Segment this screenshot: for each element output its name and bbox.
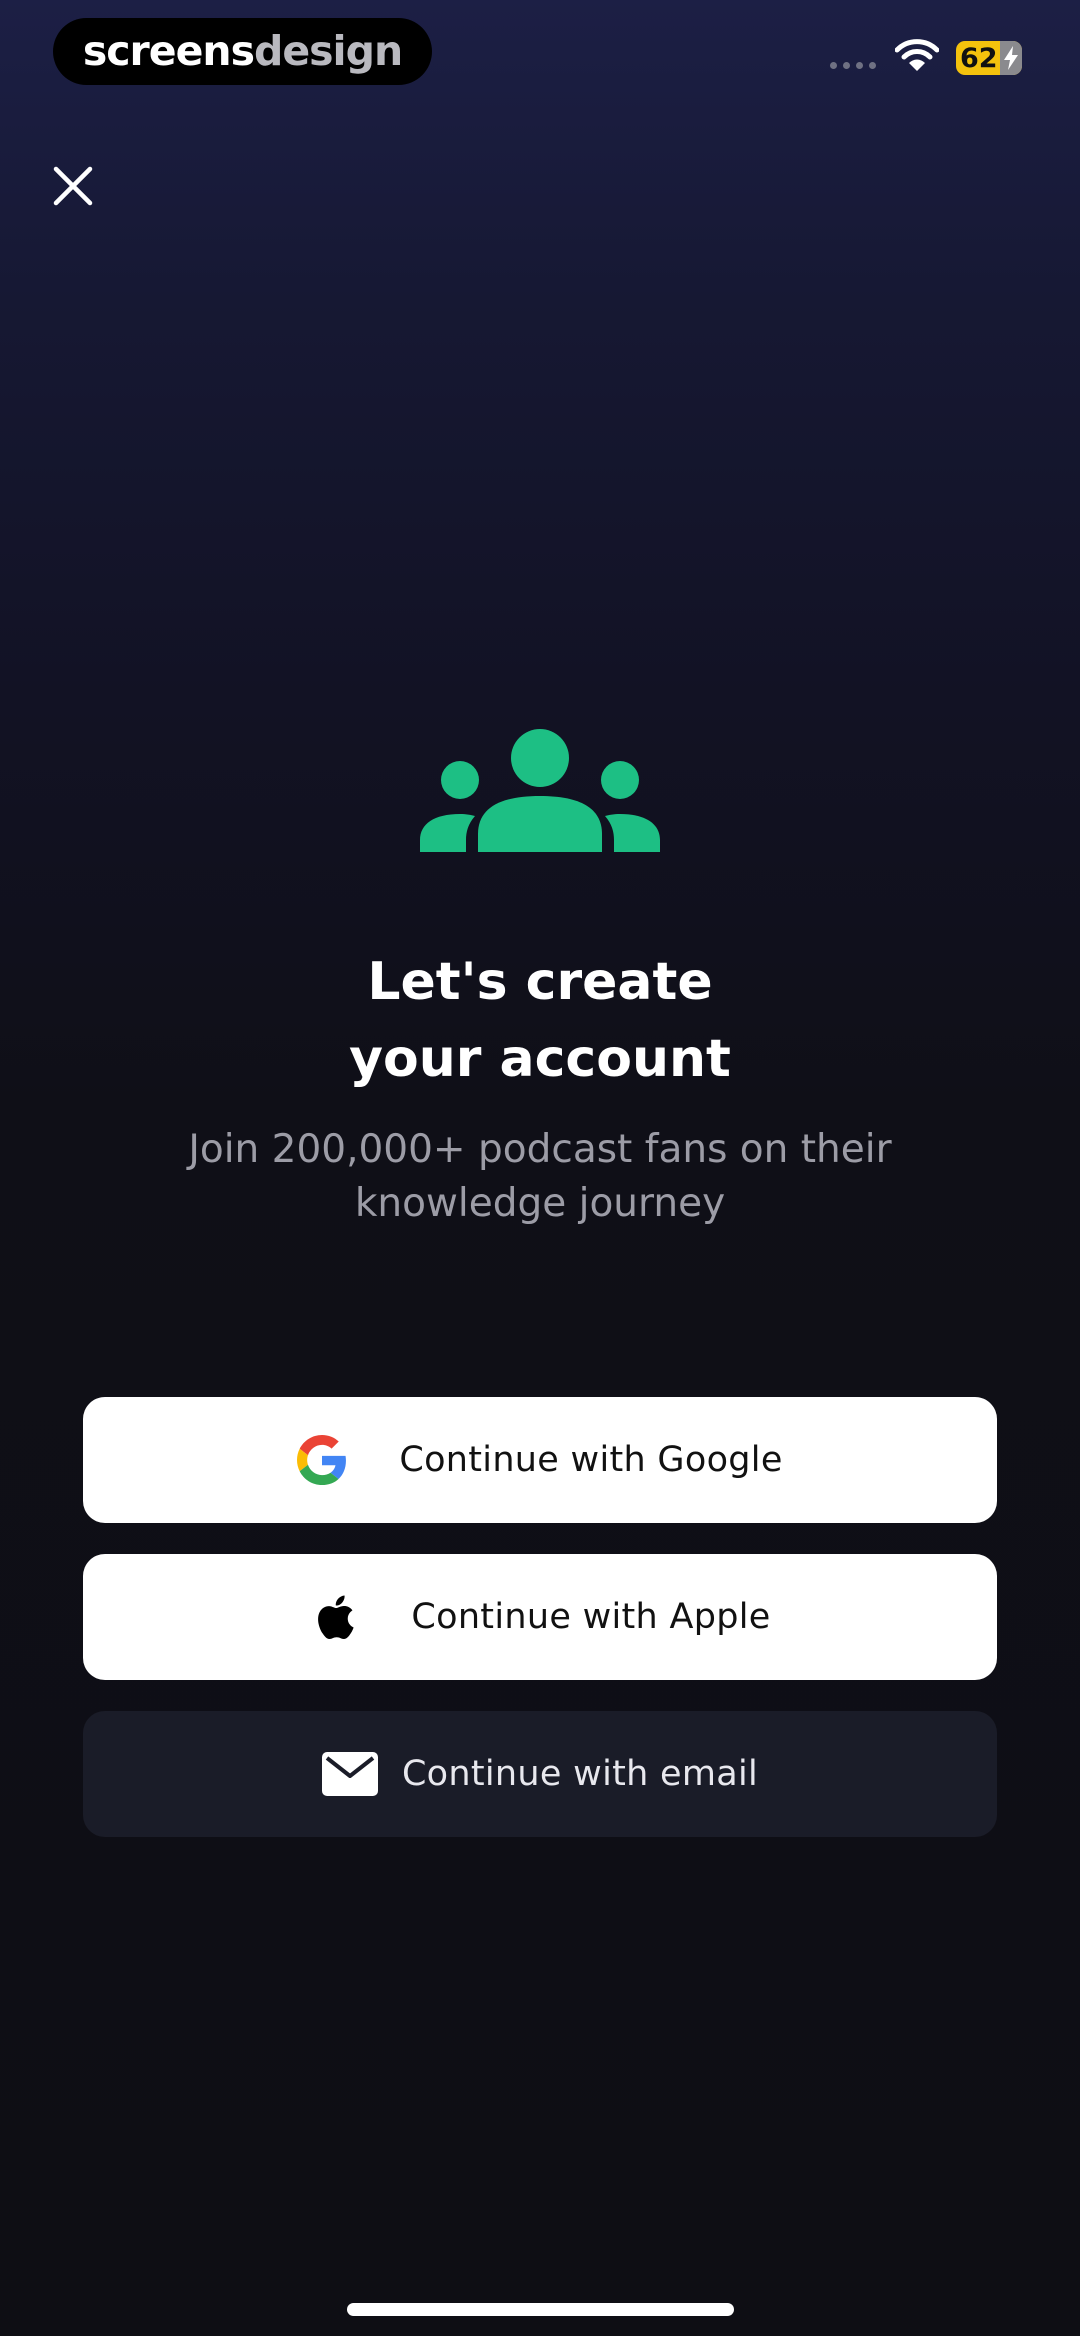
- brand-logo-text: screensdesign: [82, 27, 403, 75]
- page-title-line-2: your account: [349, 1029, 731, 1089]
- cellular-signal-icon: [830, 62, 876, 69]
- charging-bolt-icon: [1004, 46, 1018, 70]
- people-group-icon: [420, 729, 660, 852]
- battery-level: 62: [960, 42, 998, 74]
- page-title-line-1: Let's create: [367, 952, 713, 1012]
- subtitle-line-1: Join 200,000+ podcast fans on their: [188, 1127, 892, 1172]
- apple-button-label: Continue with Apple: [411, 1597, 771, 1637]
- subtitle-line-2: knowledge journey: [354, 1181, 726, 1226]
- email-button-label: Continue with email: [401, 1754, 759, 1794]
- continue-with-email-button[interactable]: Continue with email: [83, 1711, 997, 1837]
- close-icon[interactable]: [50, 163, 96, 209]
- continue-with-google-button[interactable]: Continue with Google: [83, 1397, 997, 1523]
- mail-icon: [321, 1752, 378, 1796]
- home-indicator[interactable]: [347, 2303, 734, 2316]
- continue-with-apple-button[interactable]: Continue with Apple: [83, 1554, 997, 1680]
- battery-indicator: 62: [956, 41, 1022, 75]
- brand-badge: screensdesign: [53, 18, 432, 85]
- apple-icon: [318, 1595, 354, 1640]
- wifi-icon: [895, 39, 939, 71]
- google-icon: [297, 1435, 347, 1485]
- google-button-label: Continue with Google: [399, 1440, 783, 1480]
